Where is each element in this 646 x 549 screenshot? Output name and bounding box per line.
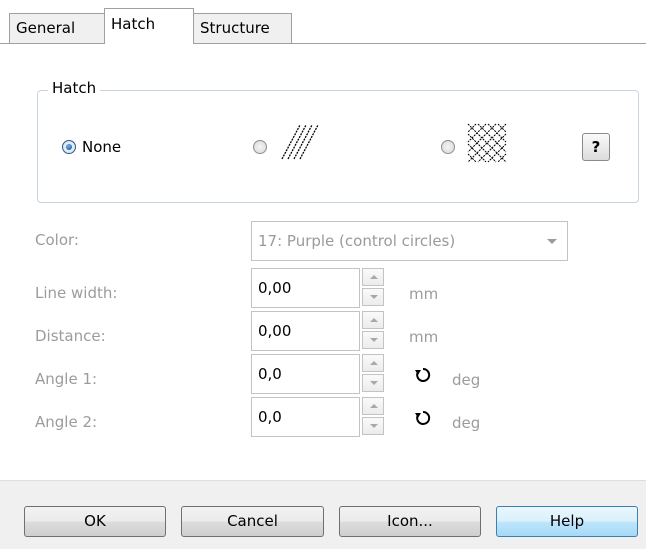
tab-structure[interactable]: Structure [193,13,292,43]
chevron-down-icon [547,239,557,244]
angle1-value: 0,0 [258,365,282,383]
cancel-button[interactable]: Cancel [181,506,324,537]
angle1-spinner[interactable] [362,354,384,394]
spin-down-button[interactable] [362,374,384,392]
tab-general[interactable]: General [9,13,105,43]
ok-button[interactable]: OK [24,506,166,537]
single-hatch-icon [281,124,319,160]
hatch-group-title: Hatch [48,79,101,97]
angle2-unit: deg [452,414,481,432]
angle1-label: Angle 1: [35,370,98,388]
hatch-option-none-label: None [82,138,122,156]
hatch-option-cross[interactable] [441,120,521,164]
spin-down-button[interactable] [362,331,384,349]
line-width-spinner[interactable] [362,268,384,308]
tab-hatch[interactable]: Hatch [104,8,194,44]
angle2-label: Angle 2: [35,413,98,431]
line-width-value: 0,00 [258,279,292,297]
hatch-help-button[interactable]: ? [582,133,610,161]
angle2-input[interactable]: 0,0 [251,397,360,437]
spin-down-button[interactable] [362,288,384,306]
distance-label: Distance: [35,327,106,345]
angle1-unit: deg [452,371,481,389]
radio-single-hatch[interactable] [253,140,267,154]
spin-up-button[interactable] [362,268,384,286]
color-dropdown-value: 17: Purple (control circles) [258,232,456,250]
help-button[interactable]: Help [496,506,638,537]
distance-value: 0,00 [258,322,292,340]
rotate-icon[interactable] [414,409,432,427]
rotate-icon[interactable] [414,366,432,384]
distance-unit: mm [409,328,439,346]
radio-cross-hatch[interactable] [441,140,455,154]
spin-up-button[interactable] [362,311,384,329]
color-dropdown[interactable]: 17: Purple (control circles) [251,221,568,261]
line-width-label: Line width: [35,284,118,302]
spin-up-button[interactable] [362,397,384,415]
spin-down-button[interactable] [362,417,384,435]
radio-none[interactable] [62,140,76,154]
tab-strip: General Hatch Structure [0,0,646,44]
icon-button[interactable]: Icon... [339,506,481,537]
hatch-option-none[interactable]: None [62,138,172,156]
tab-divider [0,43,646,44]
angle1-input[interactable]: 0,0 [251,354,360,394]
angle2-value: 0,0 [258,408,282,426]
hatch-option-single[interactable] [253,120,333,164]
angle2-spinner[interactable] [362,397,384,437]
color-label: Color: [35,231,79,249]
line-width-input[interactable]: 0,00 [251,268,360,308]
distance-spinner[interactable] [362,311,384,351]
cross-hatch-icon [467,123,507,163]
distance-input[interactable]: 0,00 [251,311,360,351]
line-width-unit: mm [409,285,439,303]
spin-up-button[interactable] [362,354,384,372]
